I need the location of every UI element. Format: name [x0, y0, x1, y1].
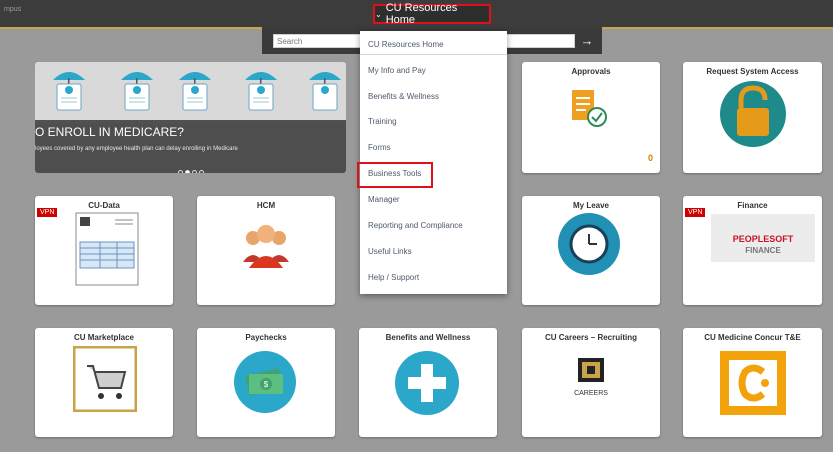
- carousel-dot[interactable]: [198, 170, 204, 173]
- cu-resources-home-dropdown[interactable]: ⌄ CU Resources Home: [373, 2, 491, 26]
- menu-item-my-info-and-pay[interactable]: My Info and Pay: [360, 61, 507, 81]
- vpn-badge: VPN: [685, 208, 706, 217]
- tile-title: Paychecks: [245, 333, 287, 342]
- tile-benefits-and-wellness[interactable]: Benefits and Wellness: [359, 328, 497, 437]
- tile-title: Benefits and Wellness: [385, 333, 471, 342]
- menu-item-benefits-wellness[interactable]: Benefits & Wellness: [360, 87, 507, 107]
- peoplesoft-line1: PEOPLESOFT: [732, 234, 794, 244]
- tile-title: CU Marketplace: [73, 333, 135, 342]
- tile-hcm[interactable]: HCM: [197, 196, 335, 305]
- peoplesoft-logo: PEOPLESOFT FINANCE: [711, 214, 815, 262]
- carousel-dot-active[interactable]: [184, 170, 190, 173]
- concur-logo-icon: [720, 351, 786, 415]
- campus-label: mpus: [4, 6, 22, 13]
- umbrella-document-icon: [245, 72, 277, 111]
- umbrella-document-icon: [121, 72, 153, 111]
- tile-title: CU Medicine Concur T&E: [704, 333, 801, 342]
- carousel-dots: [35, 162, 346, 173]
- tile-request-system-access[interactable]: Request System Access: [683, 62, 822, 173]
- umbrella-document-icon: [309, 72, 341, 111]
- home-dropdown-label: CU Resources Home: [385, 2, 458, 26]
- menu-item-manager[interactable]: Manager: [360, 190, 507, 210]
- money-icon: $: [234, 351, 296, 413]
- menu-item-reporting-and-compliance[interactable]: Reporting and Compliance: [360, 216, 507, 236]
- tile-title: Request System Access: [706, 67, 799, 76]
- chevron-down-icon: ⌄: [375, 9, 382, 19]
- shopping-cart-icon: [73, 346, 137, 412]
- medical-cross-icon: [395, 351, 459, 415]
- carousel-dot[interactable]: [177, 170, 183, 173]
- peoplesoft-line2: FINANCE: [745, 246, 781, 255]
- approvals-count: 0: [647, 153, 653, 163]
- search-input-extension[interactable]: [505, 34, 575, 48]
- vpn-badge: VPN: [37, 208, 58, 217]
- tile-title: Approvals: [571, 67, 611, 76]
- tile-cu-marketplace[interactable]: CU Marketplace: [35, 328, 173, 437]
- tile-finance[interactable]: Finance VPN PEOPLESOFT FINANCE: [683, 196, 822, 305]
- carousel-banner: [35, 62, 346, 124]
- business-tools-highlight-box: [357, 162, 433, 188]
- tile-title: CU Careers – Recruiting: [544, 333, 638, 342]
- svg-text:$: $: [264, 380, 269, 389]
- bottom-strip: [0, 445, 833, 452]
- menu-item-training[interactable]: Training: [360, 112, 507, 132]
- carousel-dot[interactable]: [191, 170, 197, 173]
- search-go-arrow-icon[interactable]: →: [576, 31, 598, 49]
- umbrella-document-icon: [53, 72, 85, 111]
- menu-item-forms[interactable]: Forms: [360, 138, 507, 158]
- news-carousel[interactable]: O ENROLL IN MEDICARE? loyees covered by …: [35, 62, 346, 173]
- menu-item-help-support[interactable]: Help / Support: [360, 268, 507, 288]
- careers-caption: CAREERS: [574, 390, 608, 397]
- cu-logo-icon: [578, 358, 604, 382]
- tile-my-leave[interactable]: My Leave: [522, 196, 660, 305]
- people-group-icon: [243, 225, 289, 268]
- padlock-icon: [720, 81, 786, 147]
- tile-cu-medicine-concur[interactable]: CU Medicine Concur T&E: [683, 328, 822, 437]
- search-input[interactable]: [273, 34, 363, 48]
- menu-item-useful-links[interactable]: Useful Links: [360, 242, 507, 262]
- tile-cu-data[interactable]: CU-Data VPN: [35, 196, 173, 305]
- carousel-headline: O ENROLL IN MEDICARE?: [35, 125, 184, 139]
- umbrella-document-icon: [179, 72, 211, 111]
- clock-icon: [558, 213, 620, 275]
- tile-title: HCM: [256, 201, 276, 210]
- tile-cu-careers-recruiting[interactable]: CU Careers – Recruiting CAREERS: [522, 328, 660, 437]
- menu-item-cu-resources-home[interactable]: CU Resources Home: [360, 35, 507, 55]
- carousel-subtext: loyees covered by any employee health pl…: [35, 146, 238, 152]
- tile-approvals[interactable]: Approvals 0: [522, 62, 660, 173]
- tile-title: My Leave: [572, 201, 610, 210]
- tile-paychecks[interactable]: Paychecks $: [197, 328, 335, 437]
- spreadsheet-document-icon: [75, 212, 139, 286]
- approval-document-icon: [572, 90, 607, 127]
